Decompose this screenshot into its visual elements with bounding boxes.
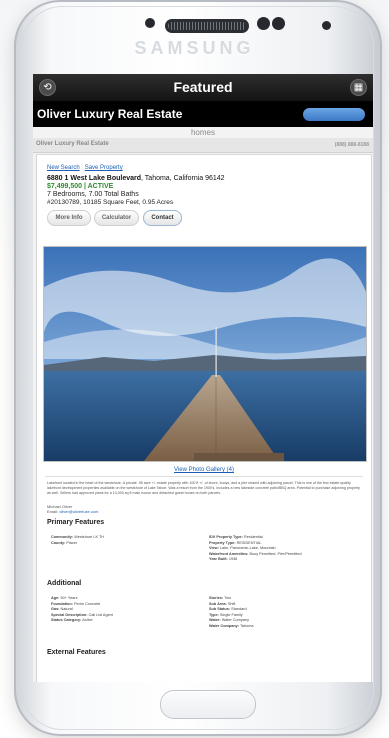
app-title: Featured <box>173 79 233 95</box>
additional-heading: Additional <box>47 580 82 587</box>
agent-name: Oliver Luxury Real Estate <box>36 141 109 147</box>
primary-features-left: Community: Westshore LK TH County: Place… <box>51 535 191 546</box>
feature-row: Year Built: 1938 <box>209 557 238 561</box>
brand-bar: Oliver Luxury Real Estate <box>33 101 373 127</box>
property-photo[interactable] <box>43 246 367 462</box>
feature-row: County: Placer <box>51 540 78 545</box>
front-camera-icon <box>145 18 155 28</box>
additional-left: Age: 50+ Years Foundation: Perim Concret… <box>51 596 191 624</box>
contact-email-row: Email: oliver@oliverluxe.com <box>47 509 98 514</box>
more-info-button[interactable]: More Info <box>47 210 91 226</box>
beds-baths: 7 Bedrooms, 7.00 Total Baths <box>47 191 139 198</box>
contact-email-link[interactable]: oliver@oliverluxe.com <box>59 509 98 514</box>
price-status: $7,499,500 | ACTIVE <box>47 183 114 190</box>
contact-info: Michael Oliver Email: oliver@oliverluxe.… <box>47 504 98 514</box>
contact-button[interactable]: Contact <box>143 210 182 226</box>
agent-header: Oliver Luxury Real Estate (888) 888-8188 <box>33 138 373 153</box>
mls-sqft: #20130789, 10185 Square Feet, 0.95 Acres <box>47 199 174 206</box>
listing-links: New Search Save Property <box>47 165 128 171</box>
feature-row: Water Company: Tahoma <box>209 623 254 628</box>
lake-pier-image <box>44 247 366 461</box>
listing-card: New Search Save Property 6880 1 West Lake… <box>36 154 372 682</box>
listing-description: Lakefront located in the heart of the we… <box>47 481 360 495</box>
new-search-link[interactable]: New Search <box>47 165 80 171</box>
sensor-icon <box>272 17 285 30</box>
agent-phone[interactable]: (888) 888-8188 <box>335 142 369 148</box>
camera-icon <box>322 21 331 30</box>
brand-name: Oliver Luxury Real Estate <box>37 107 183 121</box>
listing-page: homes Oliver Luxury Real Estate (888) 88… <box>33 127 373 682</box>
primary-features-right: IDX Property Type: Residential Property … <box>209 535 364 563</box>
grid-icon[interactable]: ▦ <box>350 79 367 96</box>
listing-address: 6880 1 West Lake Boulevard, Tahoma, Cali… <box>47 175 225 182</box>
email-label: Email: <box>47 509 59 514</box>
home-button[interactable] <box>160 690 256 719</box>
photo-gallery-link[interactable]: View Photo Gallery (4) <box>37 467 371 473</box>
earpiece-speaker <box>165 19 249 33</box>
divider <box>45 476 363 477</box>
phone-screen: ⟲ Featured ▦ Oliver Luxury Real Estate h… <box>33 74 373 682</box>
address-street: 6880 1 West Lake Boulevard <box>47 175 142 182</box>
section-label: homes <box>190 128 215 137</box>
calculator-button[interactable]: Calculator <box>94 210 139 226</box>
menu-button[interactable] <box>303 108 365 121</box>
external-features-heading: External Features <box>47 649 106 656</box>
save-property-link[interactable]: Save Property <box>85 165 123 171</box>
feature-row: Status Category: Active <box>51 618 93 622</box>
device-brand-logo: SAMSUNG <box>134 38 255 58</box>
primary-features-heading: Primary Features <box>47 519 105 526</box>
sensor-icon <box>257 17 270 30</box>
app-top-bar: ⟲ Featured ▦ <box>33 74 373 101</box>
additional-right: Stories: Two Sub Area: Shift Sub Status:… <box>209 596 364 629</box>
address-city: , Tahoma, California 96142 <box>141 175 225 182</box>
